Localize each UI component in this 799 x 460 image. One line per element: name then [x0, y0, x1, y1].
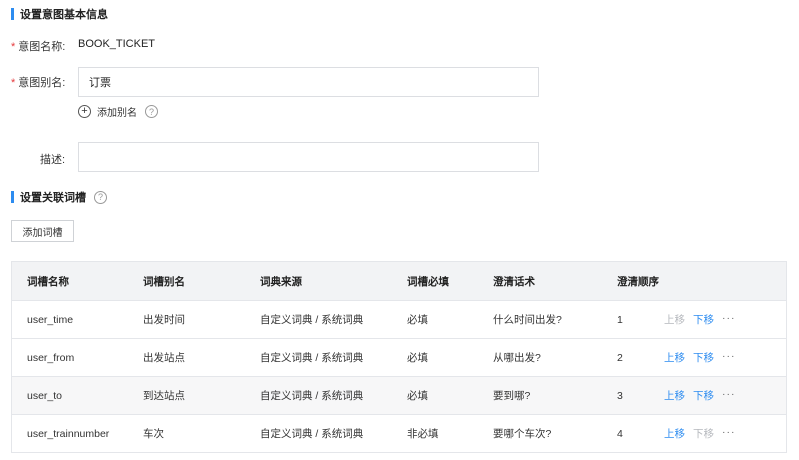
- description-label: 描述:: [40, 154, 66, 166]
- clarify-cell: 什么时间出发?: [493, 314, 562, 326]
- order-cell: 2: [617, 351, 623, 364]
- slot-alias-cell: 出发站点: [143, 352, 185, 364]
- order-cell: 4: [617, 427, 623, 440]
- section-accent-bar: [11, 191, 14, 203]
- table-header-row: 词槽名称 词槽别名 词典来源 词槽必填 澄清话术 澄清顺序: [12, 262, 786, 300]
- plus-circle-icon: +: [78, 105, 91, 118]
- required-cell: 必填: [407, 352, 428, 364]
- move-down-link[interactable]: 下移: [693, 350, 714, 365]
- required-mark: *: [11, 41, 16, 53]
- column-header: 澄清顺序: [617, 275, 659, 288]
- add-alias-link[interactable]: + 添加别名 ?: [78, 104, 158, 119]
- column-header: 词槽必填: [407, 275, 449, 288]
- move-up-link[interactable]: 上移: [664, 312, 685, 327]
- order-cell: 1: [617, 313, 623, 326]
- section-accent-bar: [11, 8, 14, 20]
- clarify-cell: 从哪出发?: [493, 352, 541, 364]
- add-slot-button[interactable]: 添加词槽: [11, 220, 74, 242]
- help-icon[interactable]: ?: [145, 105, 158, 118]
- slot-section-title: 设置关联词槽 ?: [11, 189, 107, 205]
- table-row: user_time 出发时间 自定义词典 / 系统词典 必填 什么时间出发? 1…: [12, 300, 786, 338]
- more-icon[interactable]: ···: [722, 388, 736, 403]
- dict-source-cell: 自定义词典 / 系统词典: [260, 314, 364, 326]
- required-cell: 必填: [407, 390, 428, 402]
- column-header: 词槽别名: [143, 275, 185, 288]
- more-icon[interactable]: ···: [722, 312, 736, 327]
- slot-table: 词槽名称 词槽别名 词典来源 词槽必填 澄清话术 澄清顺序 user_time …: [11, 261, 787, 453]
- order-cell: 3: [617, 389, 623, 402]
- basic-info-title-text: 设置意图基本信息: [20, 9, 108, 21]
- description-input[interactable]: [78, 142, 539, 172]
- more-icon[interactable]: ···: [722, 426, 736, 441]
- actions-cell: 上移 下移 ···: [664, 312, 788, 327]
- column-header: 澄清话术: [493, 275, 535, 288]
- move-up-link[interactable]: 上移: [664, 350, 685, 365]
- dict-source-cell: 自定义词典 / 系统词典: [260, 352, 364, 364]
- required-cell: 必填: [407, 314, 428, 326]
- intent-name-value: BOOK_TICKET: [78, 38, 156, 50]
- more-icon[interactable]: ···: [722, 350, 736, 365]
- actions-cell: 上移 下移 ···: [664, 350, 788, 365]
- help-icon[interactable]: ?: [94, 190, 107, 204]
- clarify-cell: 要到哪?: [493, 390, 531, 402]
- dict-source-cell: 自定义词典 / 系统词典: [260, 390, 364, 402]
- actions-cell: 上移 下移 ···: [664, 426, 788, 441]
- move-up-link[interactable]: 上移: [664, 426, 685, 441]
- slot-name-cell: user_time: [27, 313, 74, 326]
- actions-cell: 上移 下移 ···: [664, 388, 788, 403]
- intent-alias-input[interactable]: 订票: [78, 67, 539, 97]
- slot-title-text: 设置关联词槽: [20, 192, 86, 204]
- dict-source-cell: 自定义词典 / 系统词典: [260, 428, 364, 440]
- move-down-link[interactable]: 下移: [693, 426, 714, 441]
- slot-alias-cell: 到达站点: [143, 390, 185, 402]
- slot-alias-cell: 出发时间: [143, 314, 185, 326]
- table-row: user_trainnumber 车次 自定义词典 / 系统词典 非必填 要哪个…: [12, 414, 786, 452]
- required-cell: 非必填: [407, 428, 439, 440]
- required-mark: *: [11, 77, 16, 89]
- move-down-link[interactable]: 下移: [693, 388, 714, 403]
- intent-name-label-text: 意图名称:: [18, 41, 66, 53]
- column-header: 词槽名称: [27, 275, 69, 288]
- slot-name-cell: user_from: [27, 351, 75, 364]
- move-down-link[interactable]: 下移: [693, 312, 714, 327]
- move-up-link[interactable]: 上移: [664, 388, 685, 403]
- slot-alias-cell: 车次: [143, 428, 164, 440]
- slot-name-cell: user_to: [27, 389, 63, 402]
- add-alias-label: 添加别名: [97, 108, 137, 119]
- intent-alias-label-text: 意图别名:: [18, 77, 66, 89]
- table-row: user_to 到达站点 自定义词典 / 系统词典 必填 要到哪? 3 上移 下…: [12, 376, 786, 414]
- slot-name-cell: user_trainnumber: [27, 427, 110, 440]
- intent-alias-label: * 意图别名:: [11, 74, 65, 90]
- table-row: user_from 出发站点 自定义词典 / 系统词典 必填 从哪出发? 2 上…: [12, 338, 786, 376]
- clarify-cell: 要哪个车次?: [493, 428, 552, 440]
- intent-name-label: * 意图名称:: [11, 38, 65, 54]
- basic-info-section-title: 设置意图基本信息: [11, 6, 108, 22]
- column-header: 词典来源: [260, 275, 302, 288]
